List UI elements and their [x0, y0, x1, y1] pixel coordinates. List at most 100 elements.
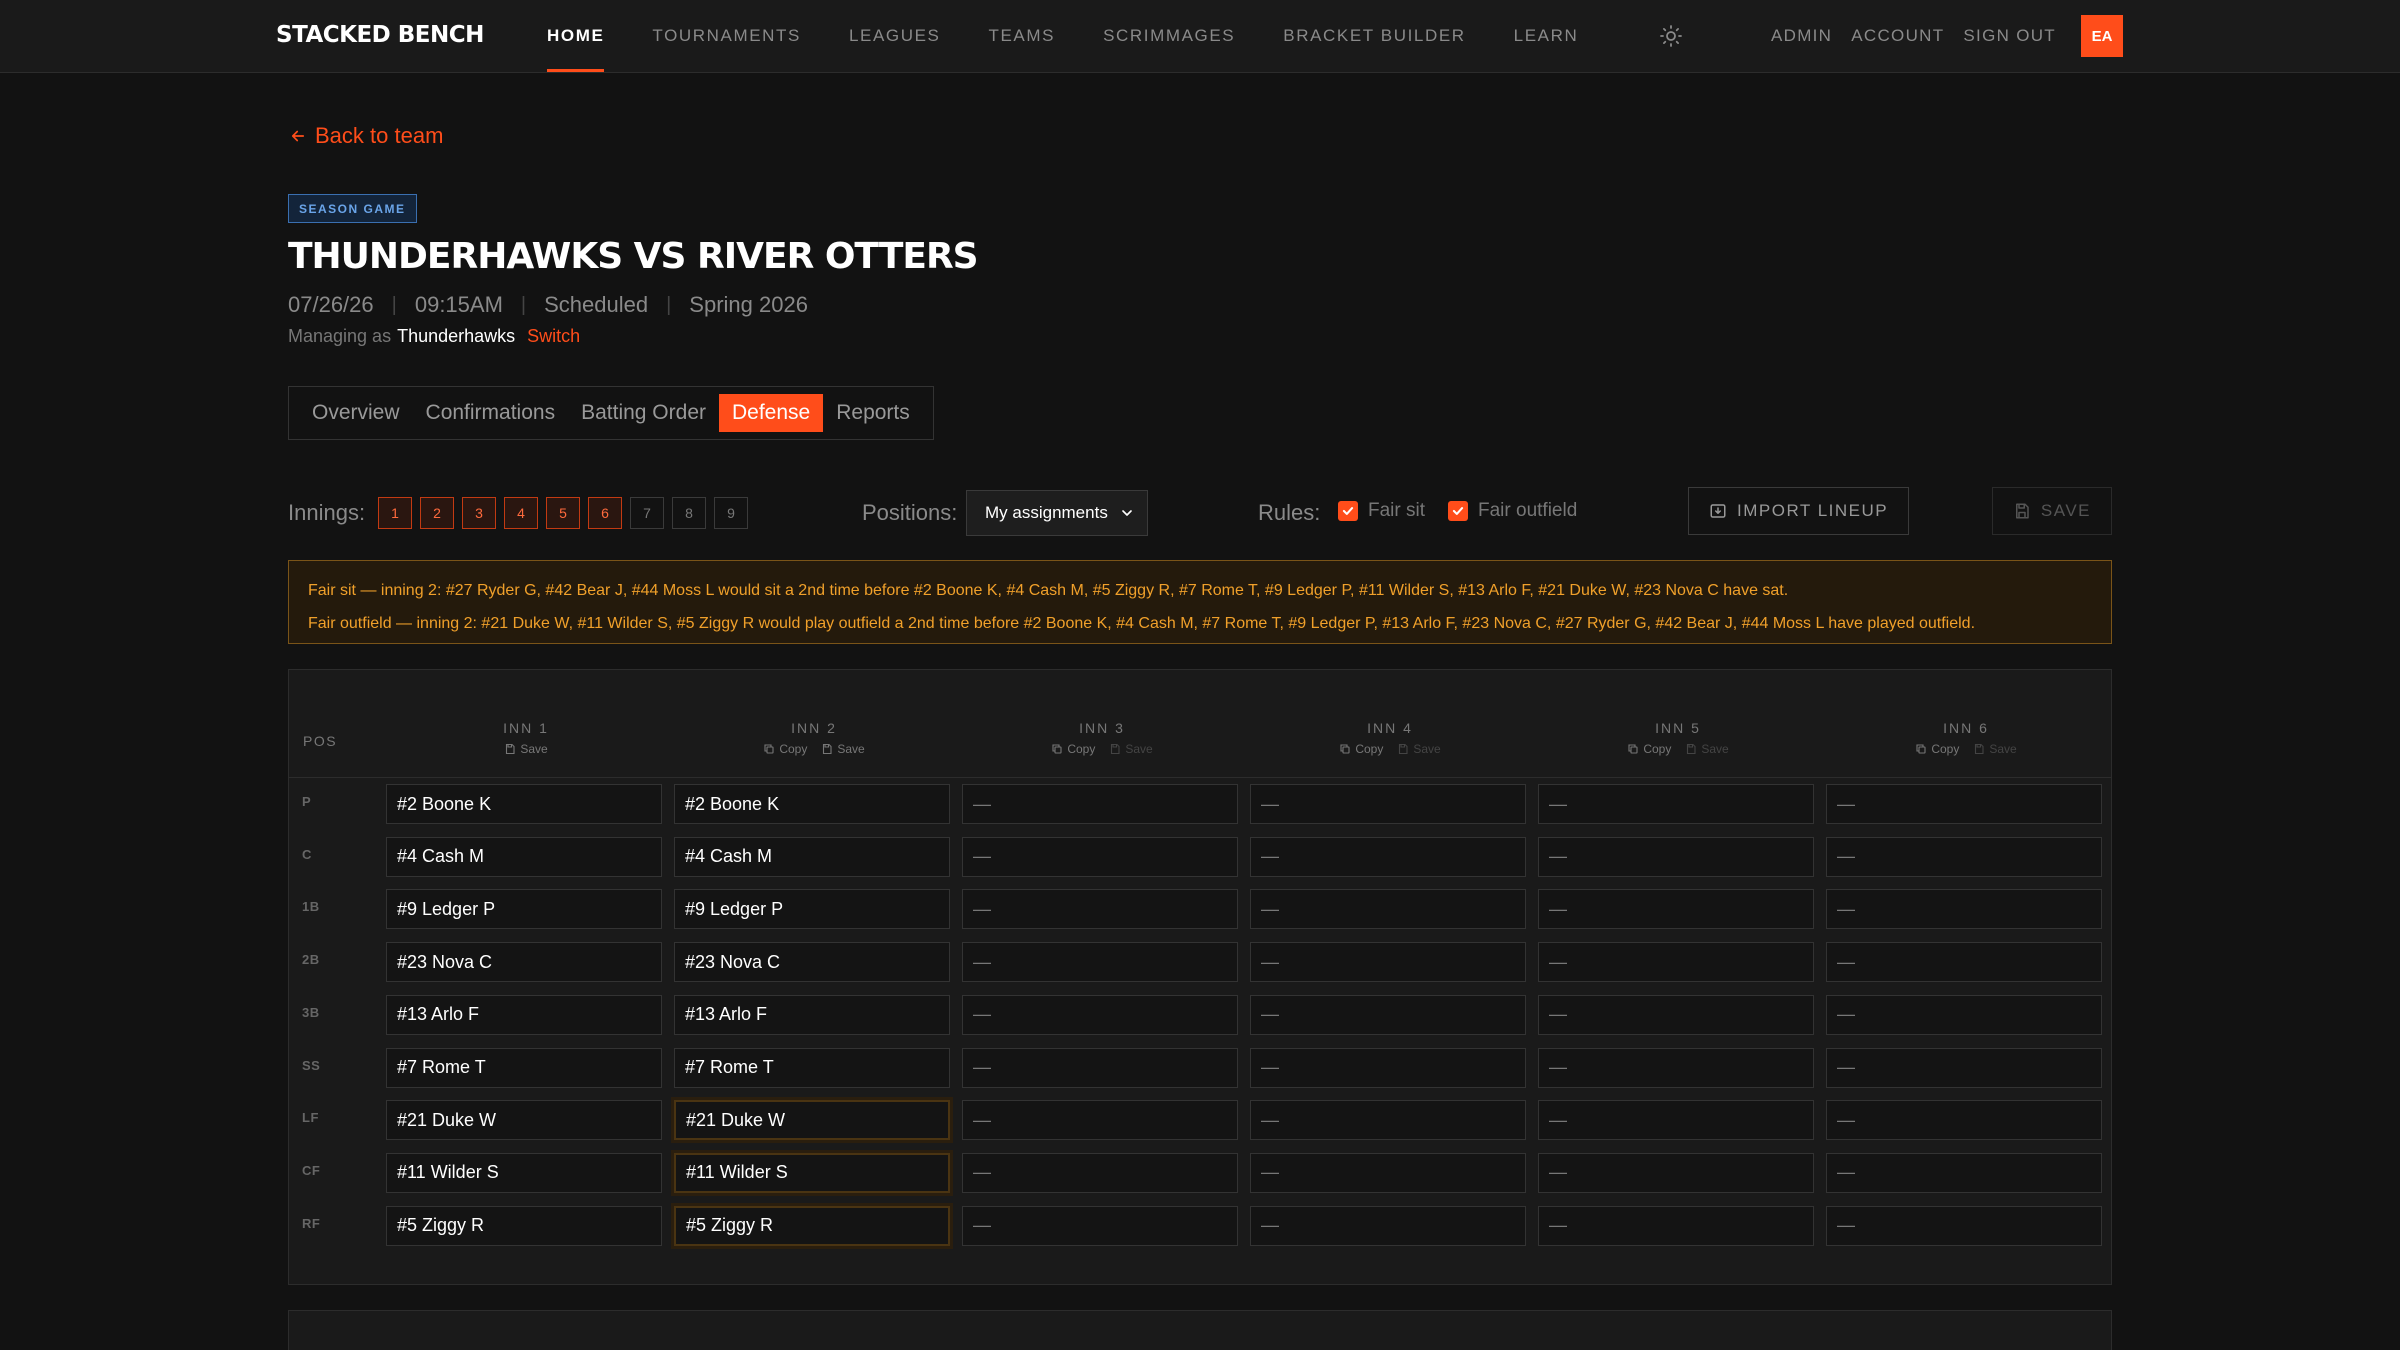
assignment-cell[interactable]: — — [1538, 1205, 1814, 1246]
save-inning-button[interactable]: Save — [821, 742, 865, 756]
assignment-cell[interactable]: — — [962, 889, 1238, 930]
inning-toggle-5[interactable]: 5 — [546, 497, 580, 529]
inning-toggle-8[interactable]: 8 — [672, 497, 706, 529]
inning-toggle-3[interactable]: 3 — [462, 497, 496, 529]
assignment-cell[interactable]: #11 Wilder S — [386, 1152, 662, 1193]
assignment-cell[interactable]: — — [962, 994, 1238, 1035]
positions-select[interactable]: My assignments — [966, 490, 1148, 536]
rule-fair-sit[interactable]: Fair sit — [1338, 500, 1425, 522]
nav-sign-out[interactable]: SIGN OUT — [1963, 26, 2056, 46]
assignment-cell[interactable]: #9 Ledger P — [386, 889, 662, 930]
assignment-cell[interactable]: #2 Boone K — [674, 784, 950, 824]
assignment-cell[interactable]: #23 Nova C — [674, 942, 950, 983]
assignment-cell[interactable]: — — [1538, 836, 1814, 877]
nav-teams[interactable]: TEAMS — [965, 0, 1080, 72]
save-button[interactable]: SAVE — [1991, 487, 2112, 535]
assignment-cell[interactable]: — — [962, 942, 1238, 983]
tab-batting-order[interactable]: Batting Order — [568, 394, 719, 432]
assignment-cell[interactable]: — — [1826, 1152, 2102, 1193]
assignment-cell[interactable]: — — [1538, 1047, 1814, 1088]
copy-inning-button[interactable]: Copy — [1339, 742, 1383, 756]
copy-inning-button[interactable]: Copy — [1915, 742, 1959, 756]
assignment-cell[interactable]: #21 Duke W — [386, 1100, 662, 1141]
copy-inning-button[interactable]: Copy — [1627, 742, 1671, 756]
save-inning-button[interactable]: Save — [1109, 742, 1153, 756]
save-inning-button[interactable]: Save — [504, 742, 548, 756]
import-lineup-button[interactable]: IMPORT LINEUP — [1688, 487, 1910, 535]
tab-overview[interactable]: Overview — [299, 394, 413, 432]
avatar[interactable]: EA — [2081, 15, 2123, 57]
assignment-cell[interactable]: — — [1826, 836, 2102, 877]
inning-toggle-9[interactable]: 9 — [714, 497, 748, 529]
inning-toggle-6[interactable]: 6 — [588, 497, 622, 529]
nav-bracket-builder[interactable]: BRACKET BUILDER — [1259, 0, 1489, 72]
assignment-cell[interactable]: — — [1826, 994, 2102, 1035]
assignment-cell[interactable]: — — [962, 1152, 1238, 1193]
copy-inning-button[interactable]: Copy — [1051, 742, 1095, 756]
assignment-cell[interactable]: — — [962, 1205, 1238, 1246]
assignment-cell[interactable]: — — [962, 836, 1238, 877]
nav-learn[interactable]: LEARN — [1490, 0, 1603, 72]
inning-toggle-2[interactable]: 2 — [420, 497, 454, 529]
assignment-cell[interactable]: — — [1250, 889, 1526, 930]
brand-logo[interactable]: STACKED BENCH — [276, 22, 484, 48]
assignment-cell[interactable]: — — [1538, 1100, 1814, 1141]
assignment-cell[interactable]: #13 Arlo F — [674, 994, 950, 1035]
assignment-cell[interactable]: #9 Ledger P — [674, 889, 950, 930]
assignment-cell[interactable]: — — [1826, 1205, 2102, 1246]
assignment-cell[interactable]: — — [962, 784, 1238, 824]
assignment-cell[interactable]: #4 Cash M — [386, 836, 662, 877]
sun-icon[interactable] — [1659, 24, 1683, 48]
assignment-cell[interactable]: — — [1826, 1047, 2102, 1088]
assignment-cell[interactable]: — — [1538, 889, 1814, 930]
assignment-cell[interactable]: — — [1250, 1047, 1526, 1088]
save-inning-button[interactable]: Save — [1973, 742, 2017, 756]
assignment-cell[interactable]: — — [962, 1100, 1238, 1141]
save-inning-button[interactable]: Save — [1397, 742, 1441, 756]
assignment-cell[interactable]: — — [1538, 1152, 1814, 1193]
nav-scrimmages[interactable]: SCRIMMAGES — [1079, 0, 1259, 72]
assignment-cell[interactable]: #23 Nova C — [386, 942, 662, 983]
assignment-cell[interactable]: #4 Cash M — [674, 836, 950, 877]
assignment-cell[interactable]: #5 Ziggy R — [386, 1205, 662, 1246]
assignment-cell[interactable]: #5 Ziggy R — [674, 1205, 950, 1246]
assignment-cell[interactable]: #11 Wilder S — [674, 1152, 950, 1193]
assignment-cell[interactable]: — — [1538, 942, 1814, 983]
assignment-cell[interactable]: #7 Rome T — [674, 1047, 950, 1088]
fair-outfield-checkbox[interactable] — [1448, 501, 1468, 521]
assignment-cell[interactable]: — — [1250, 994, 1526, 1035]
assignment-cell[interactable]: — — [1826, 784, 2102, 824]
assignment-cell[interactable]: — — [1250, 784, 1526, 824]
assignment-cell[interactable]: #2 Boone K — [386, 784, 662, 824]
nav-leagues[interactable]: LEAGUES — [825, 0, 965, 72]
nav-account[interactable]: ACCOUNT — [1851, 26, 1944, 46]
tab-reports[interactable]: Reports — [823, 394, 923, 432]
assignment-cell[interactable]: — — [962, 1047, 1238, 1088]
assignment-cell[interactable]: — — [1538, 994, 1814, 1035]
assignment-cell[interactable]: #13 Arlo F — [386, 994, 662, 1035]
nav-admin[interactable]: ADMIN — [1771, 26, 1832, 46]
assignment-cell[interactable]: — — [1250, 942, 1526, 983]
nav-home[interactable]: HOME — [523, 0, 628, 72]
rule-fair-outfield[interactable]: Fair outfield — [1448, 500, 1577, 522]
tab-confirmations[interactable]: Confirmations — [413, 394, 569, 432]
inning-toggle-1[interactable]: 1 — [378, 497, 412, 529]
tab-defense[interactable]: Defense — [719, 394, 824, 432]
save-inning-button[interactable]: Save — [1685, 742, 1729, 756]
assignment-cell[interactable]: #21 Duke W — [674, 1100, 950, 1141]
assignment-cell[interactable]: — — [1250, 1152, 1526, 1193]
assignment-cell[interactable]: — — [1250, 1100, 1526, 1141]
switch-team-link[interactable]: Switch — [527, 326, 580, 347]
assignment-cell[interactable]: — — [1826, 942, 2102, 983]
assignment-cell[interactable]: — — [1538, 784, 1814, 824]
assignment-cell[interactable]: — — [1250, 1205, 1526, 1246]
assignment-cell[interactable]: — — [1826, 889, 2102, 930]
inning-toggle-4[interactable]: 4 — [504, 497, 538, 529]
copy-inning-button[interactable]: Copy — [763, 742, 807, 756]
nav-tournaments[interactable]: TOURNAMENTS — [628, 0, 825, 72]
inning-toggle-7[interactable]: 7 — [630, 497, 664, 529]
assignment-cell[interactable]: #7 Rome T — [386, 1047, 662, 1088]
back-to-team-link[interactable]: Back to team — [289, 123, 443, 149]
fair-sit-checkbox[interactable] — [1338, 501, 1358, 521]
assignment-cell[interactable]: — — [1826, 1100, 2102, 1141]
